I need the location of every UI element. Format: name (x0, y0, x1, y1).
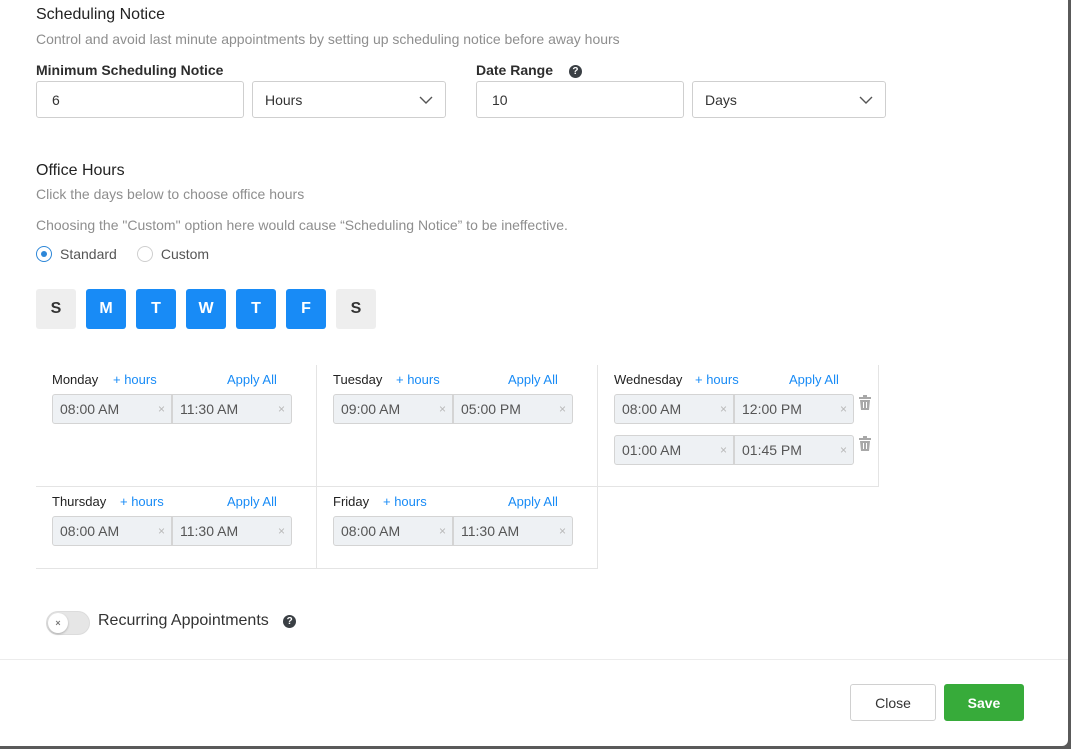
custom-option-warning: Choosing the "Custom" option here would … (36, 217, 568, 233)
trash-icon[interactable] (858, 436, 872, 452)
time-value: 01:00 AM (622, 442, 682, 458)
end-time-input[interactable]: 01:45 PM × (734, 435, 854, 465)
radio-custom-label: Custom (160, 246, 210, 262)
office-hours-subtitle: Click the days below to choose office ho… (36, 186, 305, 202)
save-button[interactable]: Save (944, 684, 1024, 721)
day-button-sunday[interactable]: S (36, 289, 76, 329)
end-time-input[interactable]: 12:00 PM × (734, 394, 854, 424)
chevron-down-icon (859, 96, 873, 104)
add-hours-link[interactable]: + hours (120, 494, 164, 509)
question-circle-icon[interactable]: ? (283, 615, 297, 628)
day-button-saturday[interactable]: S (336, 289, 376, 329)
time-value: 01:45 PM (742, 442, 802, 458)
date-range-label-row: Date Range ? (476, 62, 582, 78)
time-value: 12:00 PM (742, 401, 802, 417)
date-range-unit-value: Days (705, 91, 737, 108)
scheduling-settings-modal: Scheduling Notice Control and avoid last… (0, 0, 1068, 746)
end-time-input[interactable]: 11:30 AM × (453, 516, 573, 546)
toggle-knob-x-icon: × (48, 613, 68, 633)
time-value: 05:00 PM (461, 401, 521, 417)
start-time-input[interactable]: 08:00 AM × (52, 394, 172, 424)
end-time-input[interactable]: 11:30 AM × (172, 394, 292, 424)
grid-divider (36, 568, 598, 569)
time-value: 11:30 AM (461, 523, 520, 539)
day-name: Friday (333, 494, 370, 509)
scheduling-notice-title: Scheduling Notice (36, 6, 165, 23)
end-time-input[interactable]: 11:30 AM × (172, 516, 292, 546)
time-value: 08:00 AM (622, 401, 682, 417)
footer-divider (0, 659, 1068, 660)
day-button-wednesday[interactable]: W (186, 289, 226, 329)
recurring-appointments-row: Recurring Appointments ? (98, 612, 297, 630)
radio-standard[interactable] (36, 246, 52, 262)
date-range-input[interactable] (476, 81, 684, 118)
apply-all-link[interactable]: Apply All (508, 372, 558, 387)
clear-icon[interactable]: × (278, 395, 285, 423)
day-button-tuesday[interactable]: T (136, 289, 176, 329)
start-time-input[interactable]: 01:00 AM × (614, 435, 734, 465)
grid-divider (316, 365, 317, 569)
recurring-appointments-toggle[interactable]: × (46, 611, 90, 635)
day-name: Monday (52, 372, 99, 387)
chevron-down-icon (419, 96, 433, 104)
day-name: Wednesday (614, 372, 683, 387)
start-time-input[interactable]: 08:00 AM × (333, 516, 453, 546)
scheduling-notice-subtitle: Control and avoid last minute appointmen… (36, 31, 620, 47)
add-hours-link[interactable]: + hours (113, 372, 157, 387)
time-value: 08:00 AM (341, 523, 401, 539)
apply-all-link[interactable]: Apply All (508, 494, 558, 509)
min-notice-unit-select[interactable]: Hours (252, 81, 446, 118)
clear-icon[interactable]: × (278, 517, 285, 545)
clear-icon[interactable]: × (720, 395, 727, 423)
trash-icon[interactable] (858, 395, 872, 411)
grid-divider (597, 365, 598, 569)
day-button-thursday[interactable]: T (236, 289, 276, 329)
clear-icon[interactable]: × (720, 436, 727, 464)
grid-divider (36, 486, 879, 487)
date-range-unit-select[interactable]: Days (692, 81, 886, 118)
apply-all-link[interactable]: Apply All (227, 494, 277, 509)
office-hours-title: Office Hours (36, 162, 125, 179)
close-button[interactable]: Close (850, 684, 936, 721)
start-time-input[interactable]: 08:00 AM × (52, 516, 172, 546)
radio-standard-label: Standard (60, 246, 117, 262)
clear-icon[interactable]: × (559, 517, 566, 545)
add-hours-link[interactable]: + hours (396, 372, 440, 387)
time-value: 11:30 AM (180, 401, 239, 417)
time-value: 09:00 AM (341, 401, 401, 417)
recurring-appointments-label: Recurring Appointments (98, 612, 269, 629)
add-hours-link[interactable]: + hours (695, 372, 739, 387)
radio-custom[interactable] (136, 246, 153, 262)
day-button-friday[interactable]: F (286, 289, 326, 329)
date-range-label: Date Range (476, 62, 554, 78)
clear-icon[interactable]: × (559, 395, 566, 423)
question-circle-icon[interactable]: ? (568, 65, 582, 78)
start-time-input[interactable]: 09:00 AM × (333, 394, 453, 424)
time-value: 08:00 AM (60, 523, 120, 539)
add-hours-link[interactable]: + hours (383, 494, 427, 509)
day-name: Tuesday (333, 372, 383, 387)
clear-icon[interactable]: × (840, 436, 847, 464)
min-notice-label: Minimum Scheduling Notice (36, 62, 224, 78)
grid-divider (878, 365, 879, 487)
clear-icon[interactable]: × (158, 395, 165, 423)
time-value: 11:30 AM (180, 523, 239, 539)
min-notice-unit-value: Hours (265, 91, 303, 108)
clear-icon[interactable]: × (439, 395, 446, 423)
day-name: Thursday (52, 494, 107, 509)
start-time-input[interactable]: 08:00 AM × (614, 394, 734, 424)
clear-icon[interactable]: × (840, 395, 847, 423)
apply-all-link[interactable]: Apply All (789, 372, 839, 387)
end-time-input[interactable]: 05:00 PM × (453, 394, 573, 424)
clear-icon[interactable]: × (439, 517, 446, 545)
min-notice-input[interactable] (36, 81, 244, 118)
office-hours-type-radio-group: Standard Custom (36, 246, 209, 262)
apply-all-link[interactable]: Apply All (227, 372, 277, 387)
day-button-monday[interactable]: M (86, 289, 126, 329)
time-value: 08:00 AM (60, 401, 120, 417)
clear-icon[interactable]: × (158, 517, 165, 545)
